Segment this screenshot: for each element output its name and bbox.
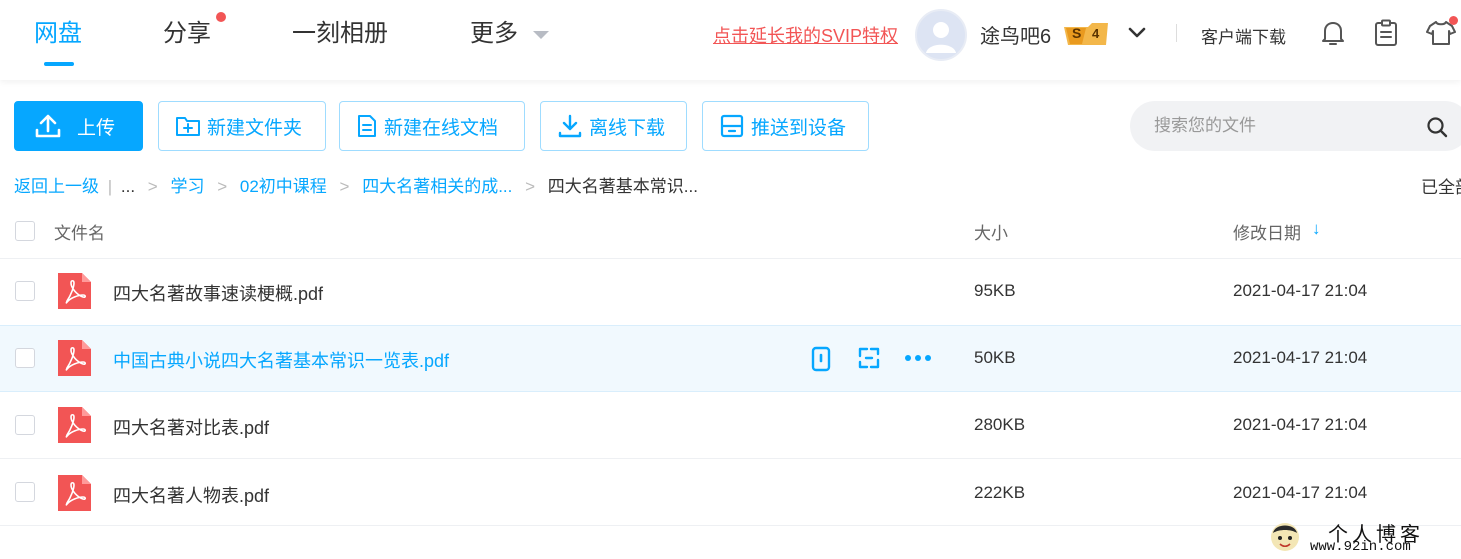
send-to-phone-icon[interactable] [810, 346, 832, 377]
breadcrumb: 返回上一级 | ... > 学习 > 02初中课程 > 四大名著相关的成... … [14, 172, 698, 197]
pdf-file-icon [58, 407, 92, 448]
download-icon [558, 114, 582, 138]
file-modified-date: 2021-04-17 21:04 [1233, 348, 1368, 367]
load-status: 已全部 [1421, 178, 1461, 197]
new-folder-button[interactable]: 新建文件夹 [158, 101, 326, 151]
push-to-device-button[interactable]: 推送到设备 [702, 101, 869, 151]
client-download-link[interactable]: 客户端下载 [1201, 23, 1286, 48]
row-checkbox[interactable] [15, 415, 35, 435]
breadcrumb-divider: | [107, 177, 113, 196]
breadcrumb-item-four-classics[interactable]: 四大名著相关的成... [362, 177, 512, 196]
file-name[interactable]: 四大名著故事速读梗概.pdf [113, 280, 323, 306]
share-link-icon[interactable] [857, 346, 881, 375]
breadcrumb-ellipsis[interactable]: ... [121, 177, 135, 196]
pdf-file-icon [58, 273, 92, 314]
file-modified-date: 2021-04-17 21:04 [1233, 415, 1368, 434]
row-checkbox[interactable] [15, 281, 35, 301]
svip-level-badge: S 4 [1062, 23, 1110, 45]
select-all-checkbox[interactable] [15, 221, 35, 241]
breadcrumb-separator: > [217, 177, 228, 196]
offline-download-button[interactable]: 离线下载 [540, 101, 687, 151]
column-header-size[interactable]: 大小 [974, 219, 1008, 244]
column-header-date[interactable]: 修改日期 [1233, 219, 1301, 244]
avatar[interactable] [915, 9, 967, 61]
watermark-logo-icon [1271, 523, 1299, 551]
sort-down-arrow-icon[interactable]: ↓ [1312, 219, 1321, 239]
more-dropdown-caret-icon[interactable] [533, 31, 549, 39]
pdf-file-icon [58, 340, 92, 381]
share-notification-dot [216, 12, 226, 22]
column-header-name[interactable]: 文件名 [54, 219, 105, 244]
account-menu-chevron-icon[interactable] [1126, 22, 1148, 49]
badge-level: 4 [1092, 26, 1100, 41]
breadcrumb-item-middle-school[interactable]: 02初中课程 [240, 177, 327, 196]
search-icon[interactable] [1426, 116, 1448, 143]
device-icon [720, 114, 744, 138]
file-size: 280KB [974, 415, 1026, 434]
file-size: 50KB [974, 348, 1016, 367]
nav-tab-netdisk[interactable]: 网盘 [34, 18, 82, 50]
skin-notification-dot [1449, 16, 1458, 25]
badge-letter: S [1072, 25, 1082, 41]
breadcrumb-separator: > [339, 177, 350, 196]
bell-icon[interactable] [1320, 19, 1346, 52]
new-online-doc-button[interactable]: 新建在线文档 [339, 101, 525, 151]
svip-badge-icon [1064, 23, 1108, 45]
search-input[interactable] [1152, 113, 1416, 139]
default-avatar-icon [926, 22, 956, 53]
file-modified-date: 2021-04-17 21:04 [1233, 281, 1368, 300]
more-actions-icon[interactable] [904, 350, 932, 371]
breadcrumb-current: 四大名著基本常识... [547, 177, 698, 196]
row-checkbox[interactable] [15, 348, 35, 368]
document-icon [358, 115, 376, 137]
file-size: 222KB [974, 483, 1026, 502]
username[interactable]: 途鸟吧6 [980, 20, 1051, 49]
nav-tab-more[interactable]: 更多 [470, 18, 518, 50]
breadcrumb-back-link[interactable]: 返回上一级 [14, 177, 99, 196]
upload-icon [35, 114, 61, 138]
svip-extend-link[interactable]: 点击延长我的SVIP特权 [713, 22, 898, 48]
upload-button[interactable]: 上传 [14, 101, 143, 151]
breadcrumb-separator: > [147, 177, 158, 196]
file-name[interactable]: 四大名著对比表.pdf [113, 414, 269, 440]
pdf-file-icon [58, 475, 92, 516]
breadcrumb-item-study[interactable]: 学习 [170, 177, 204, 196]
breadcrumb-separator: > [525, 177, 536, 196]
upload-label: 上传 [77, 117, 116, 139]
new-folder-label: 新建文件夹 [207, 117, 303, 139]
header-divider [1176, 24, 1177, 42]
file-modified-date: 2021-04-17 21:04 [1233, 483, 1368, 502]
file-size: 95KB [974, 281, 1016, 300]
nav-tab-share[interactable]: 分享 [163, 18, 211, 50]
file-name[interactable]: 四大名著人物表.pdf [113, 482, 269, 508]
offline-download-label: 离线下载 [589, 117, 666, 139]
nav-tab-moment-album[interactable]: 一刻相册 [292, 18, 388, 50]
search-box[interactable] [1130, 101, 1461, 151]
add-folder-icon [176, 117, 200, 136]
push-to-device-label: 推送到设备 [751, 117, 847, 139]
row-checkbox[interactable] [15, 482, 35, 502]
nav-active-indicator [44, 62, 74, 66]
watermark-url: www.92in.com [1310, 539, 1411, 555]
new-online-doc-label: 新建在线文档 [384, 117, 499, 139]
clipboard-icon[interactable] [1373, 19, 1399, 52]
file-name[interactable]: 中国古典小说四大名著基本常识一览表.pdf [113, 347, 449, 373]
